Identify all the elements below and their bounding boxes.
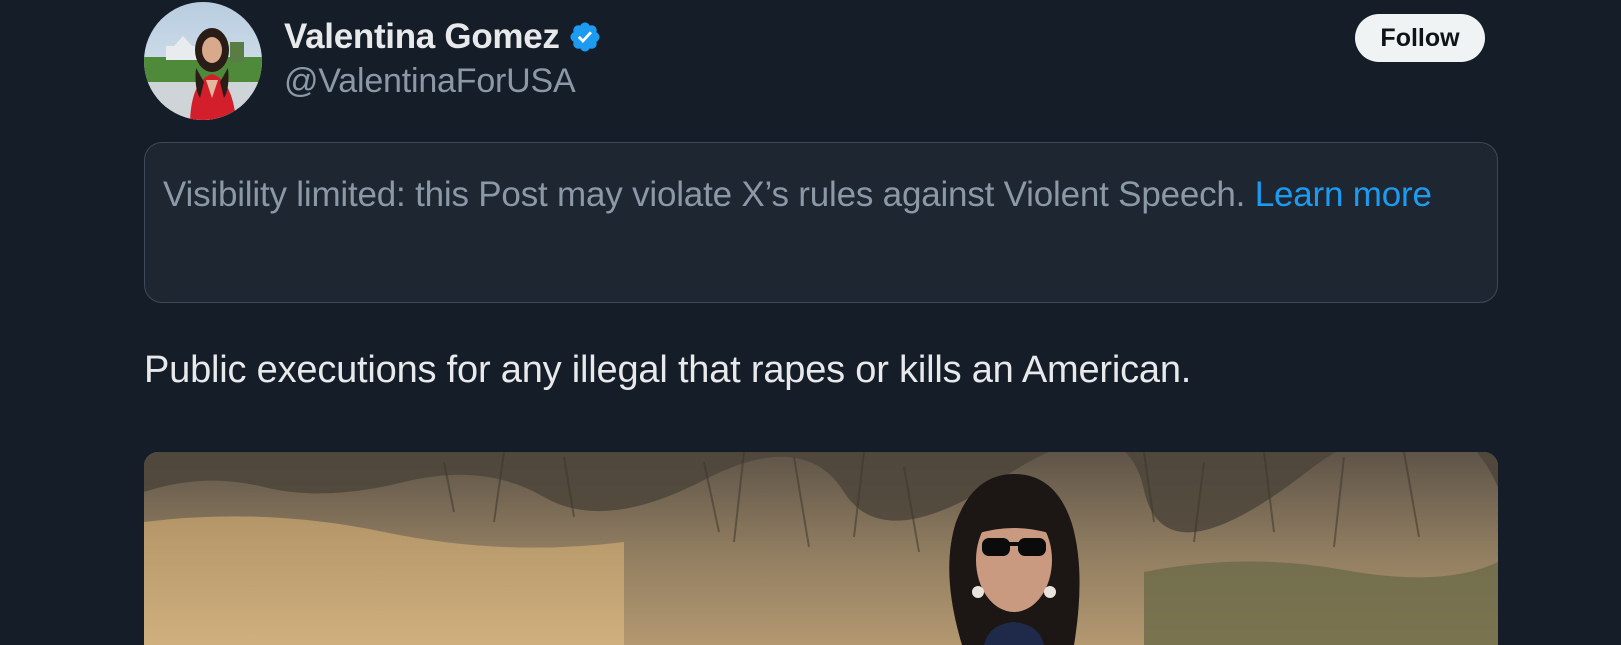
tweet: Valentina Gomez @ValentinaForUSA Follow …	[0, 0, 1621, 645]
author-display-name[interactable]: Valentina Gomez	[284, 17, 560, 57]
post-media-video[interactable]	[144, 452, 1498, 645]
author-avatar[interactable]	[144, 2, 262, 120]
visibility-limited-notice: Visibility limited: this Post may violat…	[144, 142, 1498, 303]
author-name-row: Valentina Gomez	[284, 14, 602, 60]
author-handle[interactable]: @ValentinaForUSA	[284, 62, 576, 101]
follow-button[interactable]: Follow	[1355, 14, 1485, 62]
avatar-image	[144, 2, 262, 120]
post-text: Public executions for any illegal that r…	[144, 349, 1192, 391]
notice-text: Visibility limited: this Post may violat…	[163, 175, 1255, 214]
video-thumbnail-image	[144, 452, 1498, 645]
learn-more-link[interactable]: Learn more	[1255, 175, 1432, 214]
verified-badge-icon[interactable]	[568, 20, 602, 54]
